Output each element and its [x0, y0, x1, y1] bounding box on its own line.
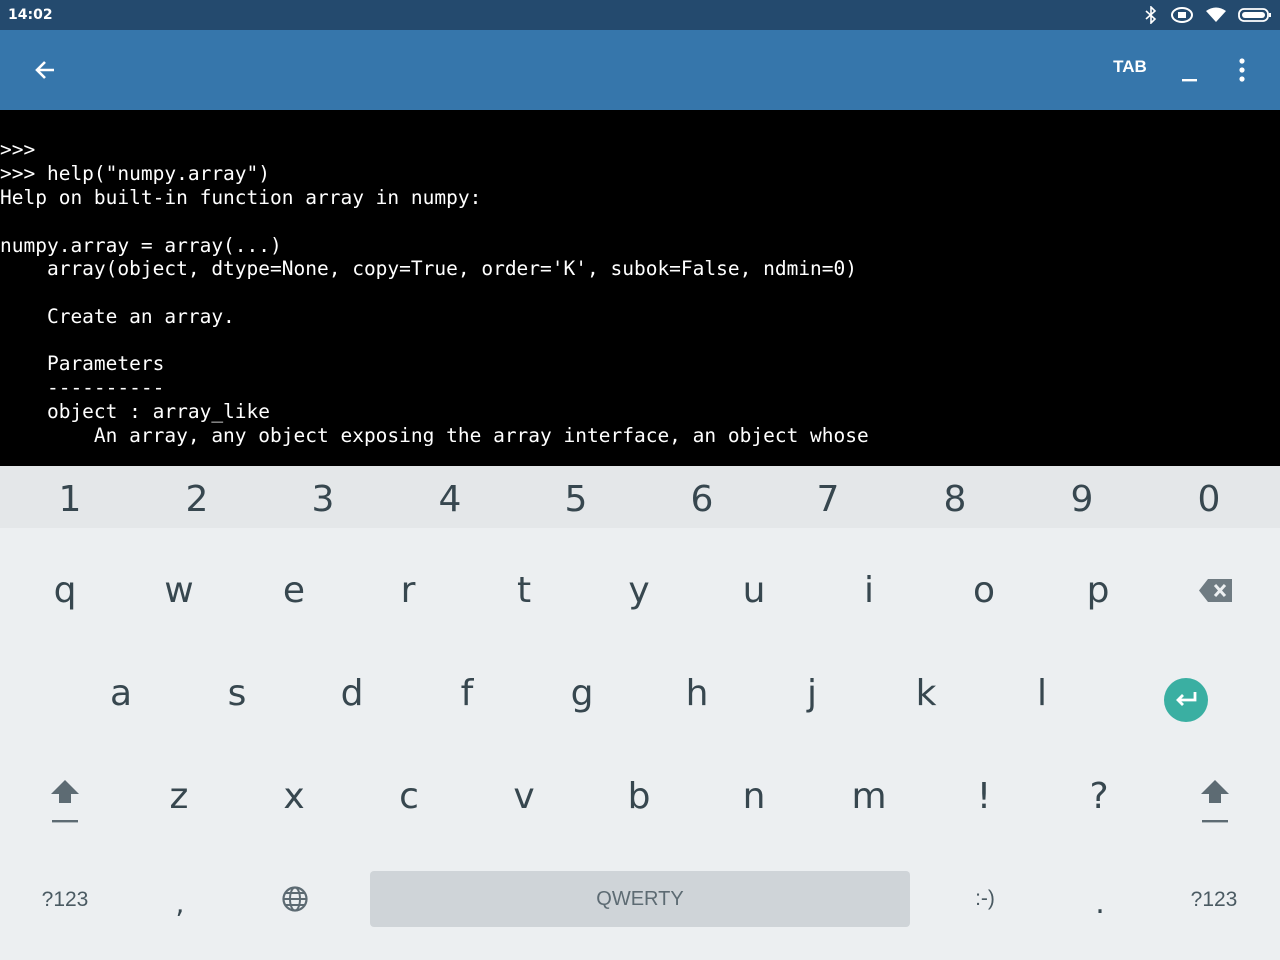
globe-icon [282, 886, 308, 912]
key-q[interactable]: q [25, 561, 105, 621]
key-r[interactable]: r [368, 561, 448, 621]
key-b[interactable]: b [599, 767, 679, 827]
shift-icon [51, 780, 79, 823]
key-6[interactable]: 6 [662, 478, 742, 522]
key-c[interactable]: c [369, 767, 449, 827]
key-s[interactable]: s [197, 664, 277, 724]
backspace-icon [1199, 579, 1232, 602]
key-x[interactable]: x [254, 767, 334, 827]
key-i[interactable]: i [829, 561, 909, 621]
key-y[interactable]: y [599, 561, 679, 621]
terminal-line: An array, any object exposing the array … [0, 424, 869, 447]
key-z[interactable]: z [139, 767, 219, 827]
key-4[interactable]: 4 [410, 478, 490, 522]
key-exclamation[interactable]: ! [944, 767, 1024, 827]
terminal-line: >>> help("numpy.array") [0, 162, 271, 185]
key-3[interactable]: 3 [283, 478, 363, 522]
bluetooth-icon [1144, 6, 1158, 24]
back-arrow-icon [35, 61, 54, 79]
key-g[interactable]: g [542, 664, 622, 724]
key-1[interactable]: 1 [30, 478, 110, 522]
more-vert-icon [1239, 58, 1245, 82]
status-time: 14:02 [8, 7, 53, 23]
emoji-key[interactable]: :-) [935, 879, 1035, 919]
key-t[interactable]: t [484, 561, 564, 621]
terminal-line: ---------- [0, 376, 165, 399]
minimize-icon [1182, 79, 1197, 82]
terminal-line: Help on built-in function array in numpy… [0, 186, 482, 209]
key-l[interactable]: l [1002, 664, 1082, 724]
key-o[interactable]: o [944, 561, 1024, 621]
status-bar: 14:02 [0, 0, 1280, 30]
key-d[interactable]: d [312, 664, 392, 724]
key-period[interactable]: . [1060, 874, 1140, 934]
terminal-line: object : array_like [0, 400, 271, 423]
key-v[interactable]: v [484, 767, 564, 827]
symbols-key-left[interactable]: ?123 [15, 880, 115, 920]
key-u[interactable]: u [714, 561, 794, 621]
enter-return-icon [1176, 692, 1197, 706]
status-icons [1144, 5, 1272, 25]
terminal-line: Parameters [0, 352, 165, 375]
key-f[interactable]: f [427, 664, 507, 724]
key-m[interactable]: m [829, 767, 909, 827]
terminal-line: >>> [0, 138, 36, 161]
shift-key-left[interactable] [40, 770, 90, 830]
tab-button[interactable]: TAB [1100, 57, 1160, 77]
terminal-line: numpy.array = array(...) [0, 234, 282, 257]
more-options-button[interactable] [1228, 50, 1256, 90]
key-0[interactable]: 0 [1169, 478, 1249, 522]
shift-icon [1201, 780, 1229, 823]
app-bar: TAB [0, 30, 1280, 110]
key-question[interactable]: ? [1059, 767, 1139, 827]
key-j[interactable]: j [772, 664, 852, 724]
enter-key[interactable] [1164, 678, 1208, 722]
key-k[interactable]: k [886, 664, 966, 724]
wifi-icon [1206, 7, 1226, 23]
key-a[interactable]: a [81, 664, 161, 724]
key-9[interactable]: 9 [1042, 478, 1122, 522]
terminal-line: Create an array. [0, 305, 235, 328]
key-comma[interactable]: , [140, 874, 220, 934]
key-n[interactable]: n [714, 767, 794, 827]
battery-icon [1238, 7, 1272, 23]
terminal-output[interactable]: >>> >>> help("numpy.array") Help on buil… [0, 110, 1280, 466]
key-2[interactable]: 2 [157, 478, 237, 522]
space-bar[interactable]: QWERTY [370, 871, 910, 927]
sync-icon [1170, 6, 1194, 24]
key-h[interactable]: h [657, 664, 737, 724]
key-e[interactable]: e [254, 561, 334, 621]
key-w[interactable]: w [139, 561, 219, 621]
minimize-keyboard-button[interactable] [1176, 50, 1204, 90]
backspace-key[interactable] [1190, 571, 1240, 611]
symbols-key-right[interactable]: ?123 [1164, 880, 1264, 920]
key-p[interactable]: p [1058, 561, 1138, 621]
key-5[interactable]: 5 [536, 478, 616, 522]
terminal-line: array(object, dtype=None, copy=True, ord… [0, 257, 858, 280]
language-key[interactable] [280, 884, 310, 914]
shift-key-right[interactable] [1190, 770, 1240, 830]
key-8[interactable]: 8 [915, 478, 995, 522]
back-button[interactable] [28, 52, 64, 88]
key-7[interactable]: 7 [788, 478, 868, 522]
